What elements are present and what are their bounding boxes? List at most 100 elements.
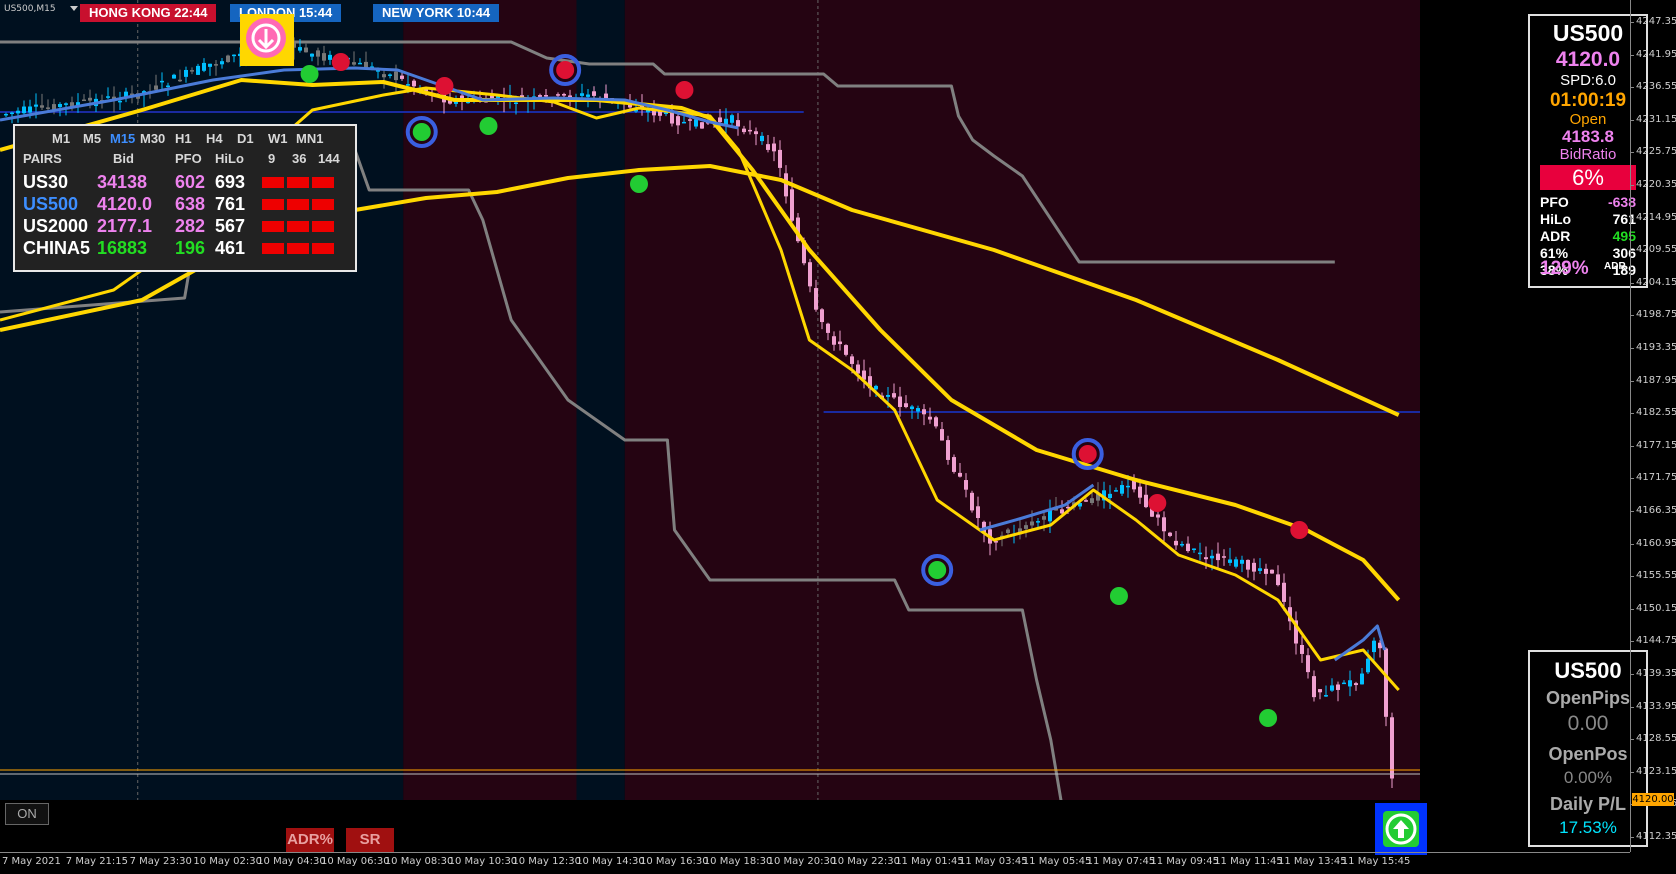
pair-pfo: 638	[175, 194, 206, 214]
time-tick-label: 10 May 04:30	[257, 856, 326, 867]
candle-body	[694, 119, 698, 127]
tf-m15[interactable]: M15	[110, 131, 135, 147]
dashboard-row-china5[interactable]: CHINA5 16883 196 461	[15, 237, 355, 259]
price-tick-label: 4231.15	[1636, 113, 1676, 125]
candle-body	[1156, 514, 1160, 518]
pair-hilo: 761	[215, 194, 246, 214]
trend-cell	[287, 221, 309, 232]
price-tick-mark	[1630, 543, 1634, 545]
price-tick-mark	[1630, 87, 1634, 89]
hdr-bid: Bid	[113, 151, 134, 166]
trend-cell	[262, 199, 284, 210]
candle-body	[1282, 582, 1286, 602]
hdr-pfo: PFO	[175, 151, 202, 166]
candle-body	[580, 93, 584, 96]
dashboard-header-row: PAIRS Bid PFO HiLo 9 36 144	[15, 151, 355, 167]
candle-body	[940, 429, 944, 441]
price-tick-mark	[1630, 478, 1634, 480]
candle-body	[682, 121, 686, 124]
candle-body	[1210, 555, 1214, 559]
time-tick-label: 10 May 12:30	[512, 856, 581, 867]
candle-body	[1042, 516, 1046, 520]
pair-name: CHINA5	[23, 238, 91, 258]
candle-body	[406, 84, 410, 86]
buy-signal-box[interactable]	[1375, 803, 1427, 855]
candle-body	[304, 47, 308, 53]
candle-body	[1120, 485, 1124, 494]
daily-pl-label: Daily P/L	[1549, 794, 1627, 814]
candle-body	[1144, 494, 1148, 508]
price-tick-mark	[1630, 511, 1634, 512]
candle-body	[742, 128, 746, 133]
candle-body	[4, 113, 8, 116]
candle-body	[1336, 684, 1340, 690]
price-tick-label: 4133.95	[1636, 700, 1676, 712]
multi-pair-dashboard: M1 M5 M15 M30 H1 H4 D1 W1 MN1 PAIRS Bid …	[13, 124, 357, 272]
price-tick-mark	[1630, 837, 1634, 838]
candle-body	[700, 122, 704, 129]
tf-w1[interactable]: W1	[268, 131, 288, 147]
pair-hilo: 567	[215, 216, 246, 236]
candle-body	[976, 506, 980, 519]
candle-body	[1228, 559, 1232, 563]
dashboard-row-us2000[interactable]: US2000 2177.1 282 567	[15, 215, 355, 237]
candle-body	[1318, 689, 1322, 693]
tf-m30[interactable]: M30	[140, 131, 165, 147]
tf-m5[interactable]: M5	[83, 131, 101, 147]
info-adr-suffix: ADR	[1604, 261, 1626, 272]
candle-body	[1204, 557, 1208, 560]
price-tick-mark	[1630, 576, 1634, 578]
price-tick-label: 4182.55	[1636, 407, 1676, 419]
on-toggle-button[interactable]: ON	[5, 803, 49, 825]
candle-body	[820, 309, 824, 323]
candle-body	[676, 116, 680, 126]
signal-marker-top	[240, 14, 294, 66]
trend-cell	[312, 243, 334, 254]
tf-h4[interactable]: H4	[206, 131, 223, 147]
candle-body	[856, 364, 860, 374]
price-tick-label: 4177.15	[1636, 439, 1676, 451]
price-tick-label: 4155.55	[1636, 570, 1676, 582]
candle-body	[670, 111, 674, 124]
adr-button[interactable]: ADR%	[286, 828, 334, 852]
dashboard-row-us500[interactable]: US500 4120.0 638 761	[15, 193, 355, 215]
candle-body	[16, 110, 20, 114]
time-tick-label: 10 May 16:30	[640, 856, 709, 867]
candle-body	[322, 53, 326, 61]
candle-body	[832, 336, 836, 345]
tf-h1[interactable]: H1	[175, 131, 192, 147]
price-chart[interactable]	[0, 0, 1420, 800]
pair-name: US500	[23, 194, 79, 214]
tf-m1[interactable]: M1	[52, 131, 70, 147]
chart-symbol-label: US500,M15	[4, 4, 56, 14]
price-tick-mark	[1630, 380, 1634, 382]
tf-mn1[interactable]: MN1	[296, 131, 323, 147]
sr-button[interactable]: SR	[346, 828, 394, 852]
candle-body	[958, 472, 962, 477]
open-pos-value: 0.00%	[1563, 768, 1613, 787]
candle-body	[1108, 493, 1112, 498]
candle-body	[382, 74, 386, 78]
price-tick-mark	[1630, 54, 1634, 56]
candle-body	[88, 97, 92, 101]
candle-body	[184, 69, 188, 77]
price-tick-label: 4214.95	[1636, 211, 1676, 223]
candle-body	[220, 61, 224, 65]
symbol-dropdown-icon[interactable]	[70, 6, 78, 11]
price-tick-label: 4225.75	[1636, 146, 1676, 158]
candle-body	[196, 65, 200, 75]
candle-body	[952, 457, 956, 472]
dashboard-row-us30[interactable]: US30 34138 602 693	[15, 171, 355, 193]
tf-d1[interactable]: D1	[237, 131, 254, 147]
candle-body	[604, 93, 608, 99]
candle-body	[1246, 559, 1250, 570]
candle-body	[1126, 485, 1130, 488]
pair-name: US2000	[23, 216, 89, 236]
time-tick-label: 10 May 10:30	[448, 856, 518, 867]
candle-body	[1240, 559, 1244, 564]
candle-body	[1090, 498, 1094, 503]
time-tick-label: 7 May 23:30	[129, 856, 192, 867]
candle-body	[160, 80, 164, 83]
pair-bid: 4120.0	[97, 194, 153, 214]
candle-body	[40, 105, 44, 108]
